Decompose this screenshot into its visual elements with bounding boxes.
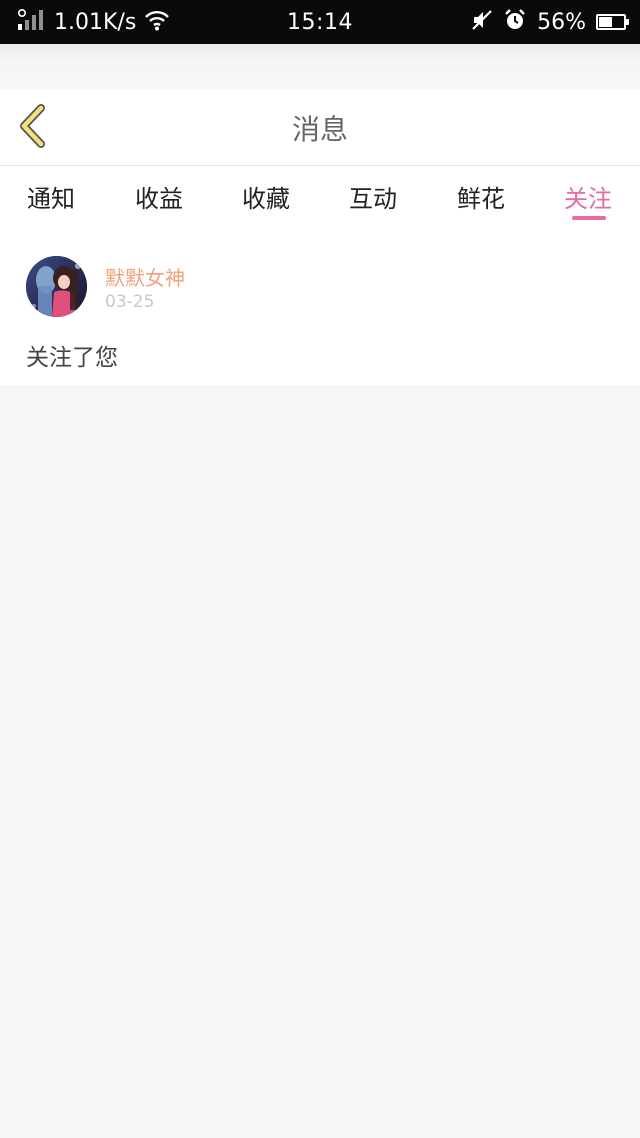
net-speed: 1.01K/s: [54, 9, 137, 35]
tab-bar: 通知 收益 收藏 互动 鲜花 关注: [0, 166, 640, 228]
alarm-icon: [503, 8, 527, 36]
status-right: 56%: [471, 0, 629, 44]
battery-icon: [596, 14, 629, 30]
header: 消息: [0, 89, 640, 166]
tab-flowers[interactable]: 鲜花: [429, 166, 533, 228]
message-date: 03-25: [105, 292, 155, 312]
tab-favorites[interactable]: 收藏: [214, 166, 318, 228]
mute-icon: [471, 9, 493, 35]
signal-icon: [16, 8, 46, 36]
battery-text: 56%: [537, 9, 586, 35]
tab-notifications[interactable]: 通知: [0, 166, 102, 228]
tab-interactions[interactable]: 互动: [321, 166, 425, 228]
status-bar: 1.01K/s 15:14 56%: [0, 0, 640, 44]
status-left: 1.01K/s: [16, 0, 170, 44]
battery-fill: [599, 17, 612, 27]
wifi-icon: [144, 9, 170, 35]
tab-earnings[interactable]: 收益: [107, 166, 211, 228]
back-button[interactable]: [10, 103, 56, 153]
top-spacer: [0, 44, 640, 89]
page-title: 消息: [291, 112, 348, 146]
message-text: 关注了您: [26, 345, 118, 371]
active-tab-indicator: [572, 216, 606, 220]
message-list: 默默女神 03-25 关注了您: [0, 228, 640, 385]
user-name-link[interactable]: 默默女神: [105, 262, 185, 291]
avatar[interactable]: [26, 256, 87, 317]
chevron-left-icon: [15, 103, 51, 153]
